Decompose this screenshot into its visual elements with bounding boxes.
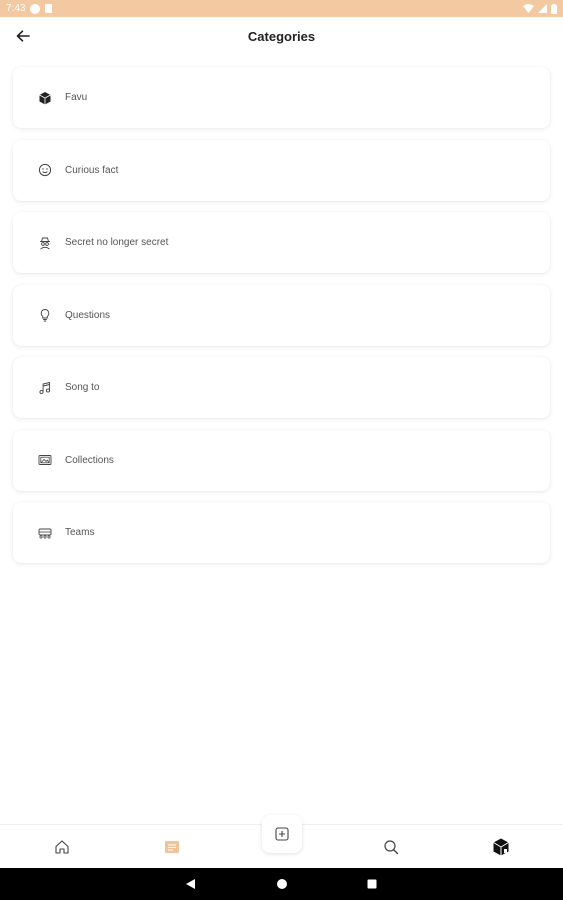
category-item-questions[interactable]: Questions: [13, 284, 550, 346]
category-item-curious-fact[interactable]: Curious fact: [13, 139, 550, 201]
category-label: Teams: [65, 527, 95, 538]
add-post-button[interactable]: [262, 815, 302, 853]
cube-icon: [38, 91, 52, 105]
back-triangle-icon: [186, 879, 195, 889]
status-bar: 7:43: [0, 0, 563, 17]
category-item-secret[interactable]: Secret no longer secret: [13, 212, 550, 273]
system-home-button[interactable]: [274, 876, 290, 892]
nav-categories[interactable]: [160, 835, 184, 859]
categories-icon: [165, 841, 179, 853]
page-title: Categories: [247, 28, 316, 44]
category-item-song-to[interactable]: Song to: [13, 357, 550, 418]
arrow-left-icon: [16, 30, 30, 42]
music-note-icon: [38, 381, 52, 395]
category-label: Collections: [65, 454, 114, 466]
system-nav-bar: [0, 868, 563, 900]
sd-card-icon: [45, 4, 53, 13]
category-list: Favu Curious fact Secret no longer secre…: [13, 67, 550, 575]
home-circle-icon: [277, 879, 287, 889]
battery-icon: [551, 3, 557, 14]
recents-square-icon: [367, 879, 377, 889]
gallery-icon: [38, 453, 52, 467]
nav-home[interactable]: [50, 835, 74, 859]
spy-icon: [38, 236, 52, 250]
system-recents-button[interactable]: [364, 876, 380, 892]
system-back-button[interactable]: [183, 876, 199, 892]
home-icon: [55, 840, 69, 854]
category-label: Questions: [65, 309, 111, 321]
add-icon: [275, 827, 289, 841]
signal-icon: [538, 4, 547, 13]
nav-profile[interactable]: [489, 835, 513, 859]
category-item-teams[interactable]: Teams: [13, 502, 550, 563]
category-label: Secret no longer secret: [65, 237, 169, 248]
lightbulb-icon: [38, 308, 52, 322]
category-item-favu[interactable]: Favu: [13, 67, 550, 128]
wifi-icon: [523, 4, 534, 13]
smiley-icon: [38, 163, 52, 177]
search-icon: [384, 840, 399, 855]
category-label: Song to: [65, 382, 100, 393]
profile-cube-icon: [493, 838, 509, 856]
team-icon: [38, 526, 52, 540]
category-item-collections[interactable]: Collections: [13, 429, 550, 491]
back-button[interactable]: [10, 23, 36, 49]
notification-icon: [30, 3, 41, 14]
nav-search[interactable]: [379, 835, 403, 859]
category-label: Favu: [65, 92, 88, 103]
app-bar: Categories: [0, 17, 563, 55]
status-time: 7:43: [6, 3, 26, 14]
category-label: Curious fact: [65, 164, 119, 176]
